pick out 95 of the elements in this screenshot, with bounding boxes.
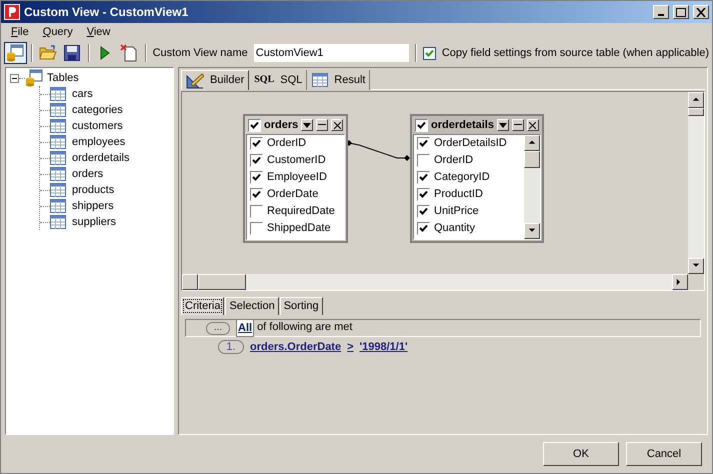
tab[interactable]: Selection [225,297,279,315]
close-icon[interactable] [526,119,539,131]
collapse-icon[interactable] [10,74,19,82]
ruler-pencil-icon [186,72,204,88]
scroll-thumb[interactable] [524,151,540,168]
tree-item[interactable]: Tables [47,70,79,86]
tree-item[interactable]: cars [72,86,93,102]
quantifier-link[interactable]: All [236,318,254,338]
table-icon [50,135,66,149]
tree-item[interactable]: categories [72,102,123,118]
join-line [346,140,410,162]
scroll-thumb[interactable] [688,108,704,116]
field-name: EmployeeID [267,170,327,186]
field-name: CategoryID [434,170,490,186]
tree-item[interactable]: suppliers [72,214,116,230]
field-name: UnitPrice [434,204,479,220]
grid-icon [312,73,328,87]
checkbox-label: Copy field settings from source table (when applicable) [442,46,710,61]
new-page-icon [120,44,138,62]
app-icon [4,4,20,20]
field-link[interactable]: orders.OrderDate [250,338,342,356]
sql-icon: SQL [254,75,274,85]
field-name: OrderID [267,136,306,152]
table-icon [50,215,66,229]
tab[interactable]: Sorting [280,297,323,315]
field-name: ShippedDate [267,221,331,236]
minimize-button[interactable] [653,5,669,19]
close-icon[interactable] [331,119,344,131]
value-link[interactable]: '1998/1/1' [360,338,408,356]
field-name: OrderDetailsID [434,136,507,152]
menu-item[interactable]: File [5,24,35,40]
minimize-icon[interactable] [512,119,524,131]
close-icon [696,8,706,16]
menu-item[interactable]: View [80,24,116,40]
copy-settings-checkbox[interactable] [422,46,436,60]
scroll-left-button[interactable] [182,274,198,290]
database-table-icon [6,44,24,62]
tree-item[interactable]: orders [72,166,104,182]
table-icon [50,167,66,181]
scrollbar[interactable] [524,135,540,239]
table-title: orderdetails [431,118,494,133]
field-name: CustomerID [267,153,326,168]
minimize-icon [658,14,664,16]
menu-item[interactable]: Query [36,24,79,40]
close-button[interactable] [693,5,709,19]
options-button[interactable]: ... [206,322,230,334]
scroll-thumb[interactable] [198,274,246,290]
table-icon [50,183,66,197]
window-title: Custom View - CustomView1 [24,4,190,21]
field-checkbox[interactable] [415,118,428,132]
scroll-right-button[interactable] [672,274,688,290]
name-field[interactable]: CustomView1 [254,44,409,62]
maximize-icon [676,8,686,16]
folder-icon [38,45,57,61]
play-icon [100,46,110,60]
field-name: OrderID [434,153,474,168]
tree-item[interactable]: shippers [72,198,114,214]
tab[interactable]: Builder [181,70,250,90]
operator-link[interactable]: > [347,338,354,356]
dropdown-icon[interactable] [301,119,314,131]
up-triangle-icon [692,96,700,104]
scroll-up-button[interactable] [524,135,540,151]
tab[interactable]: Criteria [181,297,224,315]
maximize-button[interactable] [673,5,689,19]
minimize-icon[interactable] [316,119,328,131]
tree-item[interactable]: orderdetails [72,150,130,166]
toolbar-button[interactable] [4,42,27,64]
tree-item[interactable]: employees [72,134,126,150]
table-icon [50,103,66,117]
tree-item[interactable]: products [72,182,114,198]
up-triangle-icon [528,139,536,147]
table-icon [50,119,66,133]
table-icon [50,87,66,101]
scroll-up-button[interactable] [688,92,704,108]
criteria-text: of following are met [257,320,352,335]
horizontal-scrollbar[interactable] [182,274,688,290]
table-title: orders [264,118,298,133]
tree-item[interactable]: customers [72,118,123,134]
field-name: Quantity [434,221,475,236]
scroll-down-button[interactable] [688,258,704,274]
dropdown-icon[interactable] [496,119,509,131]
condition-number[interactable]: 1. [218,340,244,354]
table-box[interactable]: orders OrderID CustomerID EmployeeID OrderDate RequiredDate ShippedDate [243,114,348,243]
scroll-down-button[interactable] [524,223,540,239]
field-name: RequiredDate [267,204,335,220]
field-checkbox[interactable] [248,118,261,132]
dialog-button[interactable]: Cancel [626,442,702,466]
table-box[interactable]: orderdetails OrderDetailsID OrderID CategoryID ProductID UnitPrice Quantity [410,114,544,243]
table-icon [50,199,66,213]
field-label: Custom View name [152,46,248,61]
dialog-button[interactable]: OK [543,442,619,466]
table-icon [50,151,66,165]
vertical-scrollbar[interactable] [688,92,704,274]
field-name: ProductID [434,187,483,202]
field-name: OrderDate [267,187,318,202]
